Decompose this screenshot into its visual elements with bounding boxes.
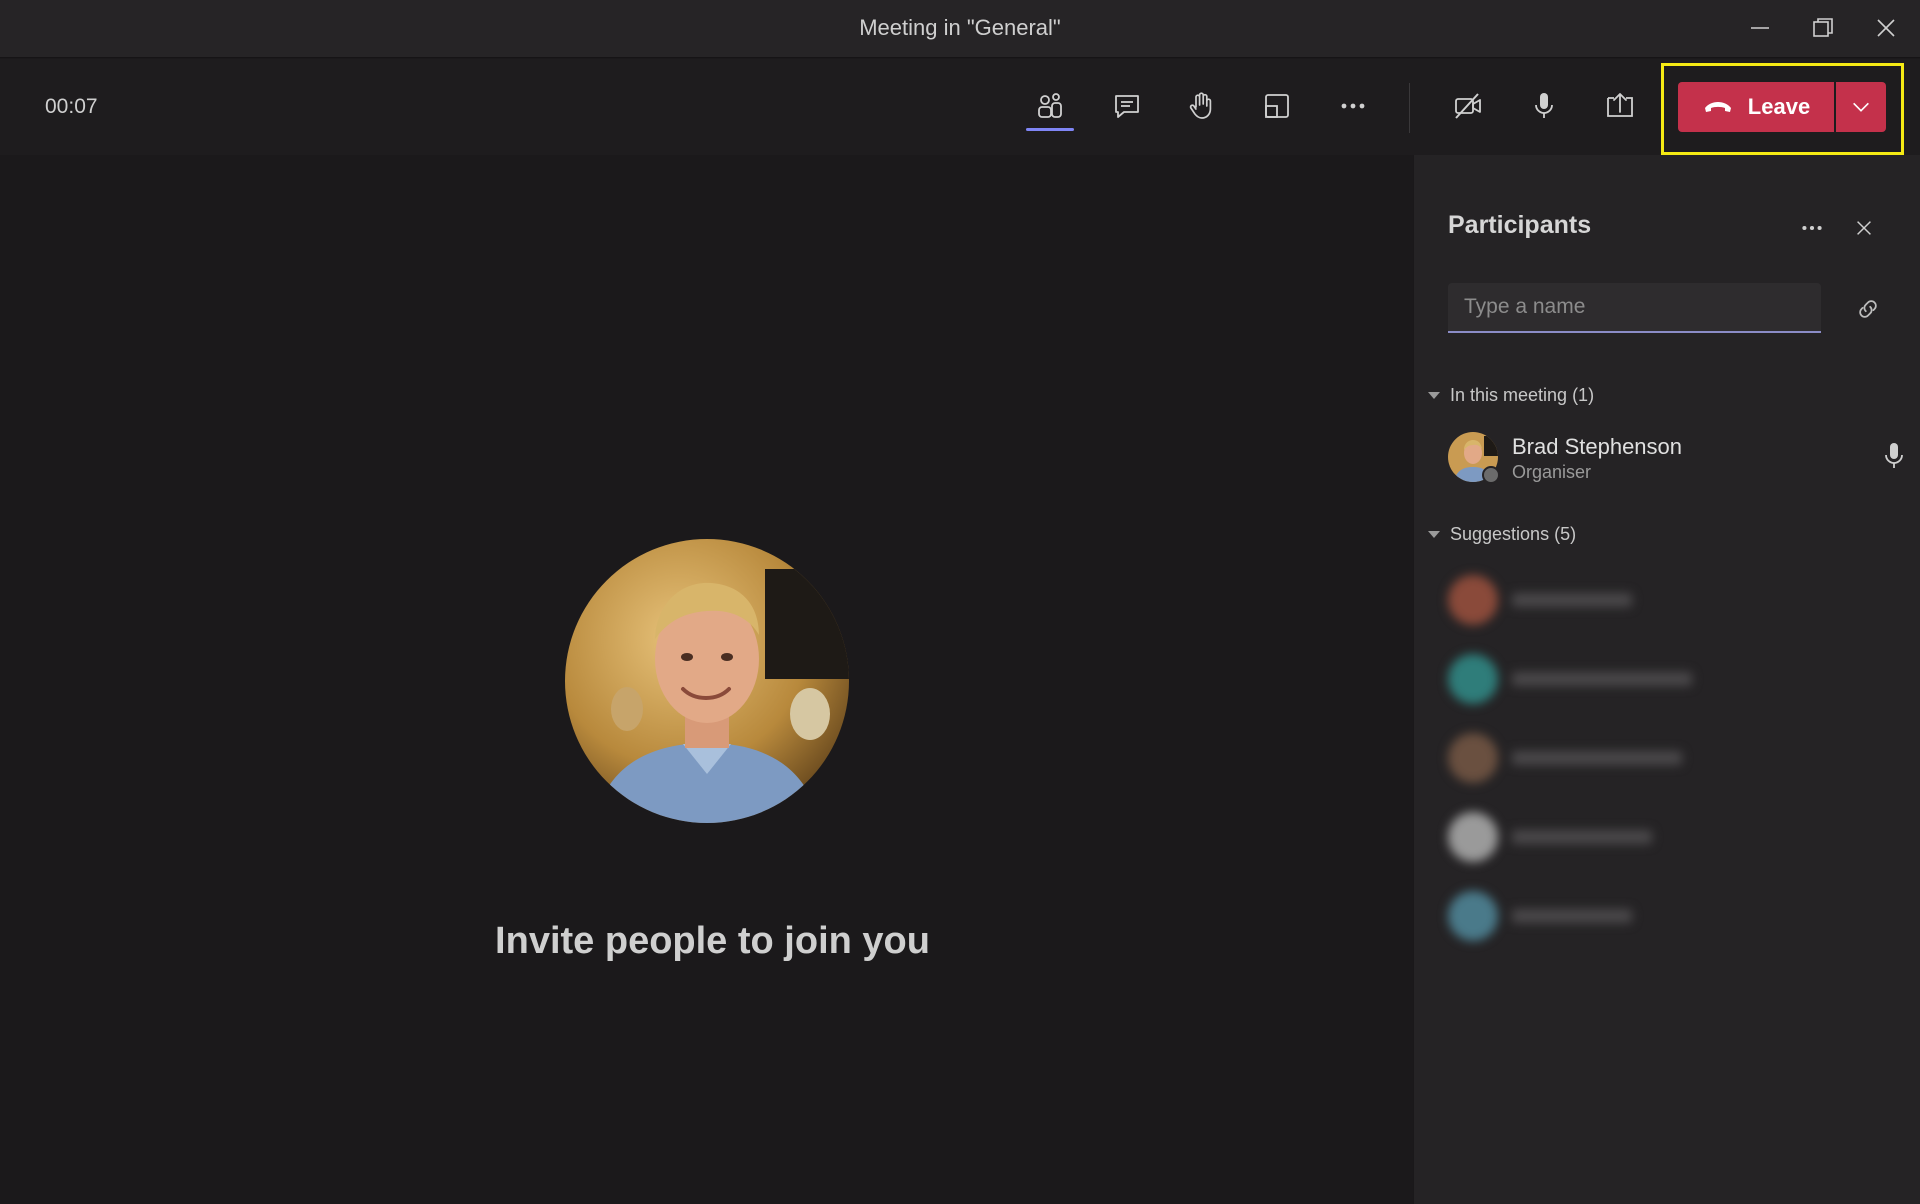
- hang-up-icon: [1704, 102, 1731, 112]
- avatar: [1448, 575, 1498, 625]
- participant-name: Brad Stephenson: [1512, 434, 1683, 459]
- share-content-button[interactable]: [1592, 77, 1648, 135]
- blurred-name-placeholder: [1512, 672, 1692, 686]
- suggestions-section-header[interactable]: Suggestions (5): [1428, 524, 1576, 545]
- minimize-button[interactable]: [1738, 8, 1782, 48]
- restore-icon: [1813, 18, 1833, 37]
- avatar: [1448, 812, 1498, 862]
- chat-icon: [1115, 95, 1139, 118]
- window-title: Meeting in "General": [859, 15, 1061, 40]
- suggestion-row[interactable]: [1448, 891, 1828, 941]
- participant-search-input[interactable]: [1448, 283, 1821, 333]
- people-icon: [1038, 93, 1062, 118]
- more-icon: [1802, 225, 1822, 231]
- caret-down-icon: [1428, 392, 1440, 399]
- leave-button[interactable]: Leave: [1678, 82, 1834, 132]
- more-actions-button[interactable]: [1325, 77, 1381, 135]
- camera-off-icon: [1455, 93, 1481, 119]
- mic-icon: [1885, 443, 1903, 468]
- share-icon: [1607, 93, 1633, 117]
- avatar: [1448, 733, 1498, 783]
- caret-down-icon: [1428, 531, 1440, 538]
- chevron-down-icon: [1853, 102, 1869, 112]
- show-chat-button[interactable]: [1099, 77, 1155, 135]
- room-icon: [1265, 94, 1289, 118]
- leave-label: Leave: [1747, 94, 1811, 119]
- more-icon: [1341, 103, 1365, 109]
- suggestions-label: Suggestions (5): [1450, 524, 1577, 544]
- meeting-toolbar: 00:07: [0, 59, 1920, 155]
- raise-hand-button[interactable]: [1173, 77, 1229, 135]
- close-window-button[interactable]: [1864, 8, 1908, 48]
- suggestion-row[interactable]: [1448, 654, 1828, 704]
- mic-toggle-button[interactable]: [1516, 77, 1572, 135]
- breakout-rooms-button[interactable]: [1249, 77, 1305, 135]
- blurred-name-placeholder: [1512, 593, 1632, 607]
- mic-icon: [1535, 93, 1553, 118]
- participant-role: Organiser: [1512, 462, 1592, 482]
- close-icon: [1857, 221, 1871, 235]
- camera-toggle-button[interactable]: [1440, 77, 1496, 135]
- toolbar-divider: [1409, 83, 1410, 133]
- blurred-name-placeholder: [1512, 751, 1682, 765]
- title-bar: Meeting in "General": [0, 0, 1920, 58]
- participants-panel: Participants In this meeting (1) Brad St…: [1413, 155, 1920, 1204]
- link-icon: [1859, 300, 1877, 318]
- close-icon: [1877, 19, 1895, 37]
- restore-button[interactable]: [1801, 8, 1845, 48]
- presence-status-badge: [1482, 466, 1500, 484]
- blurred-name-placeholder: [1512, 830, 1652, 844]
- share-invite-link-button[interactable]: [1850, 291, 1886, 327]
- meeting-stage: Invite people to join you: [0, 155, 1413, 1204]
- avatar: [1448, 891, 1498, 941]
- avatar: [1448, 654, 1498, 704]
- invite-message: Invite people to join you: [495, 920, 930, 962]
- panel-title: Participants: [1448, 211, 1592, 239]
- participant-row[interactable]: Brad Stephenson Organiser: [1448, 432, 1908, 488]
- suggestion-row[interactable]: [1448, 575, 1828, 625]
- blurred-name-placeholder: [1512, 909, 1632, 923]
- raise-hand-icon: [1189, 92, 1212, 119]
- show-participants-button[interactable]: [1022, 77, 1078, 135]
- suggestion-row[interactable]: [1448, 812, 1828, 862]
- meeting-timer: 00:07: [45, 95, 98, 118]
- close-panel-button[interactable]: [1846, 210, 1882, 246]
- minimize-icon: [1751, 27, 1769, 29]
- profile-photo: [565, 539, 849, 823]
- in-meeting-label: In this meeting (1): [1450, 385, 1595, 405]
- organizer-avatar-large: [565, 539, 849, 823]
- in-meeting-section-header[interactable]: In this meeting (1): [1428, 385, 1594, 406]
- suggestion-row[interactable]: [1448, 733, 1828, 783]
- panel-more-options-button[interactable]: [1794, 210, 1830, 246]
- leave-options-dropdown[interactable]: [1836, 82, 1886, 132]
